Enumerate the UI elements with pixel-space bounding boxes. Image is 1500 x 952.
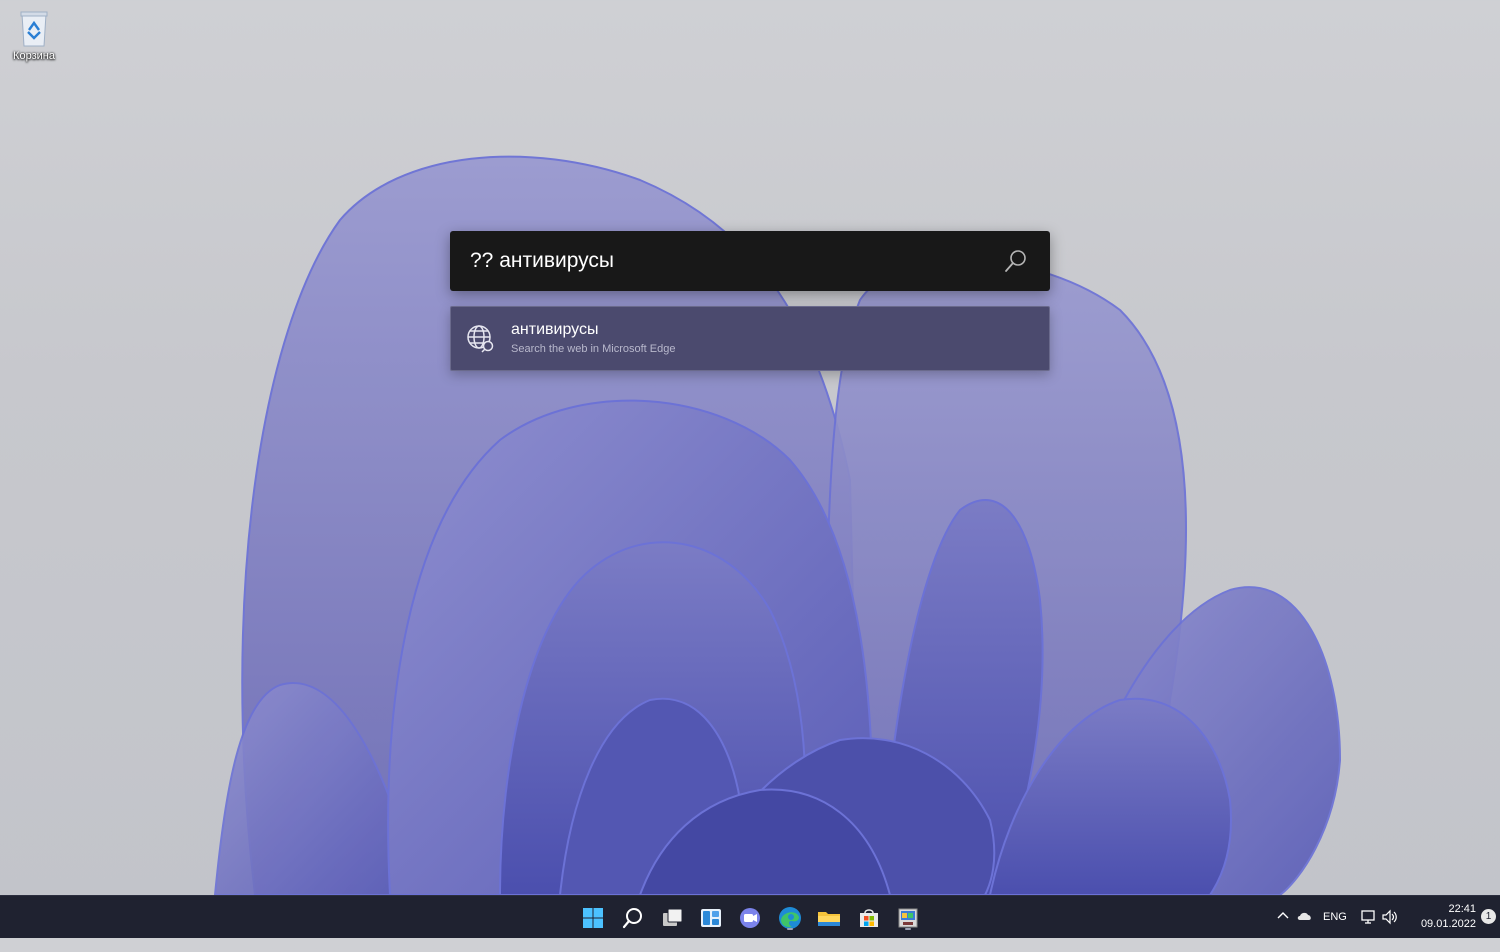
teams-chat-button[interactable] [736,904,764,932]
store-icon [855,909,883,936]
chevron-up-icon[interactable] [1276,909,1290,952]
result-title: антивирусы [511,321,599,338]
running-indicator [787,928,793,930]
widgets-button[interactable] [697,904,725,932]
edge-button[interactable] [776,904,804,932]
recycle-bin-shortcut[interactable]: Корзина [8,8,60,62]
result-subtitle: Search the web in Microsoft Edge [511,343,676,355]
running-indicator [905,928,911,930]
taskbar-search-button[interactable] [619,904,647,932]
task-view-icon [658,908,686,936]
app-button[interactable] [894,904,922,932]
search-bar [450,231,1050,291]
search-icon[interactable] [1002,247,1030,275]
teams-chat-icon [736,908,764,936]
recycle-bin-label: Корзина [13,50,55,62]
file-explorer-button[interactable] [815,904,843,932]
globe-search-icon [465,323,497,355]
clock-date: 09.01.2022 [1420,918,1476,930]
recycle-bin-icon [17,8,51,48]
search-icon [619,908,647,936]
store-button[interactable] [855,904,883,932]
taskbar: ENG 22:41 09.01.2022 1 [0,895,1500,938]
wallpaper-bloom [213,155,1342,895]
language-indicator[interactable]: ENG [1323,896,1347,939]
search-result-item[interactable]: антивирусы Search the web in Microsoft E… [450,306,1050,371]
search-input[interactable] [470,231,990,291]
network-icon[interactable] [1360,909,1376,952]
file-explorer-icon [815,912,843,936]
clock[interactable]: 22:41 09.01.2022 [1421,902,1476,932]
clock-time: 22:41 [1448,903,1476,915]
start-icon [579,908,607,936]
task-view-button[interactable] [658,904,686,932]
onedrive-icon[interactable] [1296,909,1314,952]
widgets-icon [697,909,725,936]
volume-icon[interactable] [1381,909,1399,952]
start-button[interactable] [579,904,607,932]
notification-badge[interactable]: 1 [1481,909,1496,924]
